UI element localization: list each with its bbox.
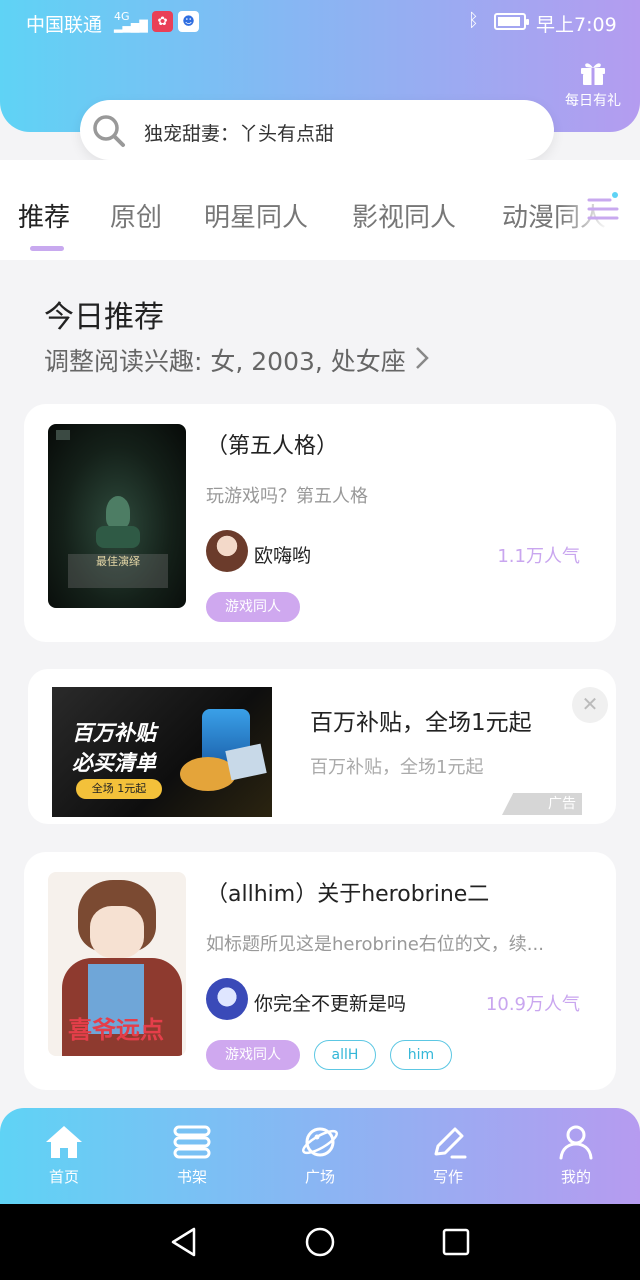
cover-caption: 最佳演绎 — [68, 554, 168, 588]
bluetooth-icon: ᛒ — [468, 10, 479, 31]
nav-write[interactable]: 写作 — [408, 1124, 488, 1187]
chevron-right-icon[interactable] — [414, 344, 430, 372]
gift-label: 每日有礼 — [565, 93, 621, 109]
author-name[interactable]: 欧嗨哟 — [254, 541, 311, 568]
tag-game-fanfic[interactable]: 游戏同人 — [206, 1040, 300, 1070]
ad-image-button: 全场 1元起 — [76, 779, 162, 799]
active-tab-indicator — [30, 246, 64, 251]
battery-icon — [494, 13, 529, 30]
author-name[interactable]: 你完全不更新是吗 — [254, 989, 406, 1016]
ad-image-subheadline: 必买清单 — [72, 751, 156, 775]
nav-home-label: 首页 — [48, 1168, 79, 1186]
book-title: （第五人格） — [206, 434, 339, 459]
tag-allh[interactable]: allH — [314, 1040, 376, 1070]
nav-bookshelf-label: 书架 — [176, 1168, 207, 1186]
category-tabs: 推荐 原创 明星同人 影视同人 动漫同人 — [0, 160, 640, 260]
close-icon: ✕ — [581, 692, 599, 716]
bottom-navigation: 首页 书架 广场 写作 我的 — [0, 1108, 640, 1204]
bookshelf-icon — [173, 1125, 211, 1159]
nav-home[interactable]: 首页 — [24, 1124, 104, 1187]
popularity-count: 10.9万人气 — [485, 994, 580, 1015]
nav-profile[interactable]: 我的 — [536, 1124, 616, 1187]
ad-description: 百万补贴，全场1元起 — [310, 757, 484, 778]
user-icon — [559, 1125, 593, 1160]
planet-icon — [302, 1127, 338, 1157]
tag-him[interactable]: him — [390, 1040, 452, 1070]
book-description: 如标题所见这是herobrine右位的文，续... — [206, 934, 544, 955]
tab-recommend[interactable]: 推荐 — [18, 197, 70, 234]
category-menu-icon[interactable] — [586, 192, 620, 226]
ad-badge: 广告 — [502, 793, 582, 815]
avatar[interactable] — [206, 530, 248, 572]
nav-square-label: 广场 — [304, 1168, 335, 1186]
ad-image: 百万补贴 必买清单 全场 1元起 — [52, 687, 272, 817]
reading-interest-link[interactable]: 调整阅读兴趣: 女, 2003, 处女座 — [44, 342, 406, 378]
system-navigation-bar — [0, 1204, 640, 1280]
notification-app-icon: ✿ — [152, 11, 173, 32]
book-description: 玩游戏吗？第五人格 — [206, 486, 368, 507]
clock: 早上7:09 — [536, 14, 617, 36]
avatar[interactable] — [206, 978, 248, 1020]
signal-icon: 4G ▂▄▆█ — [114, 10, 148, 33]
search-input[interactable]: 独宠甜妻：丫头有点甜 — [144, 119, 334, 146]
book-cover: 最佳演绎 — [48, 424, 186, 608]
pen-icon — [434, 1127, 467, 1159]
nav-profile-label: 我的 — [560, 1168, 591, 1186]
back-icon[interactable] — [168, 1226, 200, 1258]
tab-celebrity-fanfic[interactable]: 明星同人 — [204, 197, 308, 234]
tag-game-fanfic[interactable]: 游戏同人 — [206, 592, 300, 622]
ad-image-headline: 百万补贴 — [72, 721, 156, 745]
nav-write-label: 写作 — [432, 1168, 463, 1186]
daily-gift-button[interactable]: 每日有礼 — [560, 60, 626, 110]
home-circle-icon[interactable] — [304, 1226, 336, 1258]
ad-title: 百万补贴，全场1元起 — [310, 710, 532, 736]
nav-square[interactable]: 广场 — [280, 1124, 360, 1187]
nav-bookshelf[interactable]: 书架 — [152, 1124, 232, 1187]
tab-original[interactable]: 原创 — [110, 197, 162, 234]
carrier-label: 中国联通 — [26, 14, 103, 36]
ad-card[interactable]: 百万补贴 必买清单 全场 1元起 百万补贴，全场1元起 百万补贴，全场1元起 ✕… — [28, 669, 616, 824]
status-bar: 中国联通 4G ▂▄▆█ ✿ ☻ ᛒ 早上7:09 — [0, 0, 640, 44]
home-icon — [46, 1126, 82, 1158]
gift-icon — [581, 63, 605, 85]
book-title: （allhim）关于herobrine二 — [206, 882, 490, 907]
recent-apps-icon[interactable] — [440, 1226, 472, 1258]
book-card[interactable]: 最佳演绎 （第五人格） 玩游戏吗？第五人格 欧嗨哟 1.1万人气 游戏同人 — [24, 404, 616, 642]
book-card[interactable]: 喜爷远点 （allhim）关于herobrine二 如标题所见这是herobri… — [24, 852, 616, 1090]
search-icon — [93, 115, 125, 147]
search-bar[interactable]: 独宠甜妻：丫头有点甜 — [80, 100, 554, 160]
book-cover: 喜爷远点 — [48, 872, 186, 1056]
popularity-count: 1.1万人气 — [497, 546, 580, 567]
close-ad-button[interactable]: ✕ — [572, 687, 608, 723]
tab-tv-fanfic[interactable]: 影视同人 — [352, 197, 456, 234]
section-title: 今日推荐 — [44, 300, 164, 335]
baidu-icon: ☻ — [178, 11, 199, 32]
cover-caption: 喜爷远点 — [68, 1016, 164, 1044]
